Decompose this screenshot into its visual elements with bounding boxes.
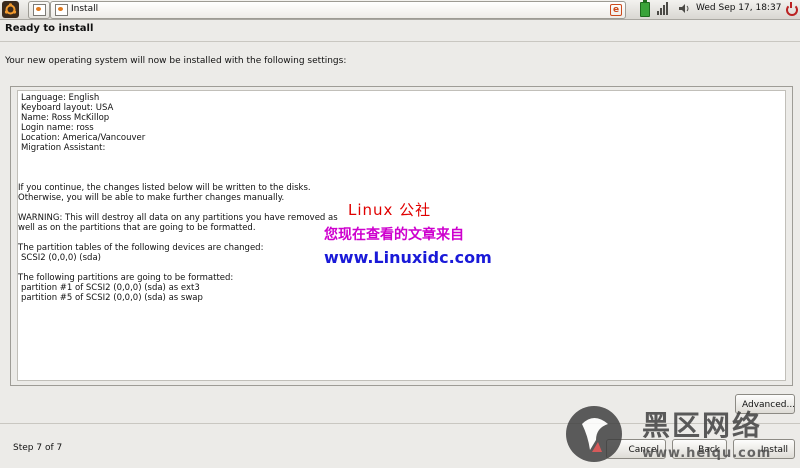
page-title: Ready to install: [5, 23, 94, 34]
installer-icon: [33, 4, 46, 16]
header-divider: [0, 41, 800, 42]
firefox-icon[interactable]: e: [610, 4, 622, 16]
setting-line: Keyboard layout: USA: [21, 103, 114, 113]
logo-emblem-icon: [566, 406, 622, 462]
format-item: partition #1 of SCSI2 (0,0,0) (sda) as e…: [21, 283, 200, 293]
setting-line: Language: English: [21, 93, 100, 103]
ubuntu-menu-icon[interactable]: [2, 1, 19, 18]
top-panel: Install e Wed Sep 17, 18:37: [0, 0, 800, 20]
setting-line: Location: America/Vancouver: [21, 133, 146, 143]
battery-icon[interactable]: [640, 0, 650, 17]
watermark-line: www.Linuxidc.com: [324, 248, 492, 267]
logo-url-text: www.heiqu.com: [642, 446, 772, 461]
step-indicator: Step 7 of 7: [13, 443, 63, 453]
setting-line: Migration Assistant:: [21, 143, 106, 153]
logo-chinese-text: 黑区网络: [642, 409, 763, 442]
taskbar-install-window[interactable]: Install: [50, 1, 626, 19]
continue-line: If you continue, the changes listed belo…: [18, 183, 311, 193]
power-icon[interactable]: [786, 2, 798, 16]
format-item: partition #5 of SCSI2 (0,0,0) (sda) as s…: [21, 293, 203, 303]
clock[interactable]: Wed Sep 17, 18:37: [696, 3, 781, 13]
taskbar-window-title: Install: [71, 4, 99, 14]
watermark-line: Linux 公社: [348, 201, 432, 219]
show-desktop-button[interactable]: [28, 1, 50, 19]
format-heading: The following partitions are going to be…: [18, 273, 234, 283]
volume-icon[interactable]: [678, 2, 690, 15]
site-logo-watermark: 黑区网络 www.heiqu.com: [566, 404, 800, 468]
watermark-line: 您现在查看的文章来自: [324, 227, 464, 243]
intro-text: Your new operating system will now be in…: [5, 56, 347, 66]
network-icon[interactable]: [657, 2, 668, 15]
setting-line: Name: Ross McKillop: [21, 113, 110, 123]
installer-icon: [55, 4, 68, 16]
setting-line: Login name: ross: [21, 123, 94, 133]
